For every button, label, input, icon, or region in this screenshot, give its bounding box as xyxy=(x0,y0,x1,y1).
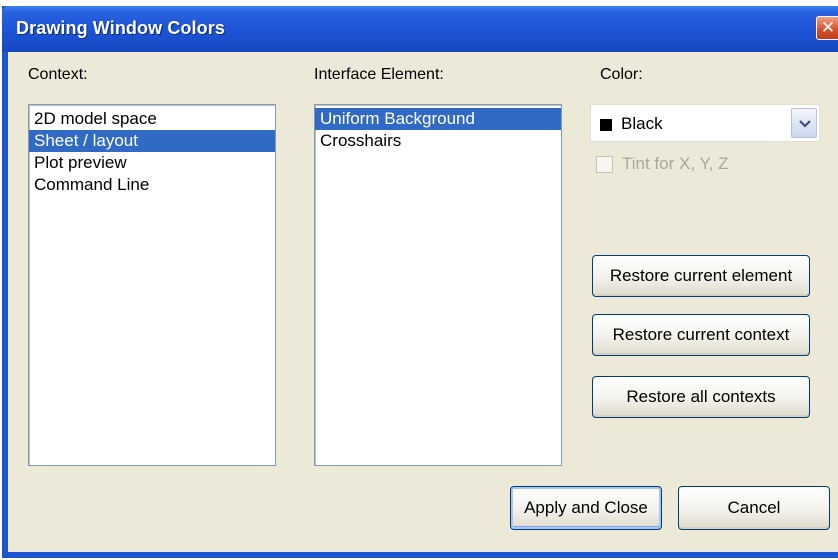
chevron-down-icon xyxy=(799,120,811,128)
element-item-uniform-background[interactable]: Uniform Background xyxy=(315,108,561,130)
interface-element-listbox[interactable]: Uniform Background Crosshairs xyxy=(314,104,562,466)
cancel-button[interactable]: Cancel xyxy=(678,486,830,530)
close-button[interactable]: ✕ xyxy=(816,16,838,40)
restore-all-contexts-button[interactable]: Restore all contexts xyxy=(592,376,810,418)
context-item-sheet-layout[interactable]: Sheet / layout xyxy=(29,130,275,152)
color-value: Black xyxy=(621,114,663,133)
context-item-plot-preview[interactable]: Plot preview xyxy=(29,152,275,174)
window-title: Drawing Window Colors xyxy=(16,18,225,38)
dropdown-arrow-button[interactable] xyxy=(791,108,817,138)
tint-checkbox[interactable] xyxy=(596,156,613,173)
interface-element-label: Interface Element: xyxy=(314,66,444,83)
context-label: Context: xyxy=(28,66,88,83)
color-label: Color: xyxy=(600,66,643,83)
color-swatch xyxy=(600,119,612,131)
title-bar[interactable]: Drawing Window Colors ✕ xyxy=(2,6,838,52)
restore-current-context-button[interactable]: Restore current context xyxy=(592,314,810,356)
tint-label: Tint for X, Y, Z xyxy=(622,154,729,173)
restore-current-element-button[interactable]: Restore current element xyxy=(592,255,810,297)
element-item-crosshairs[interactable]: Crosshairs xyxy=(315,130,561,152)
context-item-command-line[interactable]: Command Line xyxy=(29,174,275,196)
color-dropdown[interactable]: Black xyxy=(590,104,820,142)
close-icon: ✕ xyxy=(820,18,836,37)
context-item-2d-model-space[interactable]: 2D model space xyxy=(29,108,275,130)
context-listbox[interactable]: 2D model space Sheet / layout Plot previ… xyxy=(28,104,276,466)
apply-and-close-button[interactable]: Apply and Close xyxy=(510,486,662,530)
